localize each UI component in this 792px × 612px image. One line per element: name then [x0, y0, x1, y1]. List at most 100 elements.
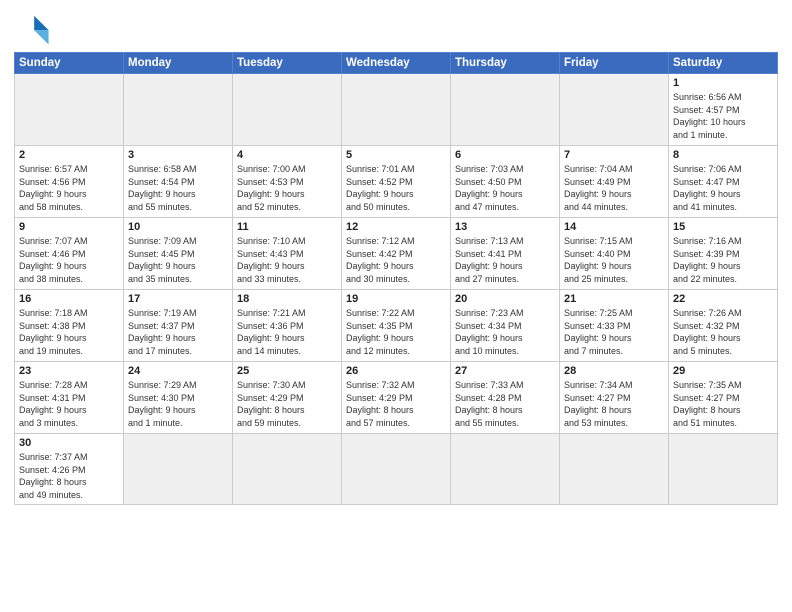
- calendar-cell: [233, 434, 342, 505]
- day-info: Sunrise: 7:34 AM Sunset: 4:27 PM Dayligh…: [564, 379, 664, 429]
- day-number: 22: [673, 293, 773, 305]
- calendar-cell: 19 Sunrise: 7:22 AM Sunset: 4:35 PM Dayli…: [342, 290, 451, 362]
- calendar-cell: 8 Sunrise: 7:06 AM Sunset: 4:47 PM Daylig…: [669, 146, 778, 218]
- day-header-sunday: Sunday: [15, 53, 124, 74]
- calendar-cell: 28 Sunrise: 7:34 AM Sunset: 4:27 PM Dayli…: [560, 362, 669, 434]
- day-number: 30: [19, 437, 119, 449]
- day-info: Sunrise: 7:33 AM Sunset: 4:28 PM Dayligh…: [455, 379, 555, 429]
- calendar-cell: 20 Sunrise: 7:23 AM Sunset: 4:34 PM Dayli…: [451, 290, 560, 362]
- calendar-cell: 1Sunrise: 6:56 AM Sunset: 4:57 PM Daylig…: [669, 74, 778, 146]
- calendar-table: SundayMondayTuesdayWednesdayThursdayFrid…: [14, 52, 778, 505]
- day-info: Sunrise: 7:00 AM Sunset: 4:53 PM Dayligh…: [237, 163, 337, 213]
- calendar-cell: 9Sunrise: 7:07 AM Sunset: 4:46 PM Daylig…: [15, 218, 124, 290]
- calendar-cell: [451, 434, 560, 505]
- day-info: Sunrise: 7:01 AM Sunset: 4:52 PM Dayligh…: [346, 163, 446, 213]
- day-info: Sunrise: 7:10 AM Sunset: 4:43 PM Dayligh…: [237, 235, 337, 285]
- day-number: 26: [346, 365, 446, 377]
- day-info: Sunrise: 6:57 AM Sunset: 4:56 PM Dayligh…: [19, 163, 119, 213]
- day-number: 17: [128, 293, 228, 305]
- calendar-cell: 17 Sunrise: 7:19 AM Sunset: 4:37 PM Dayli…: [124, 290, 233, 362]
- calendar-cell: 3 Sunrise: 6:58 AM Sunset: 4:54 PM Daylig…: [124, 146, 233, 218]
- calendar-cell: 11 Sunrise: 7:10 AM Sunset: 4:43 PM Dayli…: [233, 218, 342, 290]
- day-info: Sunrise: 7:16 AM Sunset: 4:39 PM Dayligh…: [673, 235, 773, 285]
- day-number: 5: [346, 149, 446, 161]
- calendar-cell: 5 Sunrise: 7:01 AM Sunset: 4:52 PM Daylig…: [342, 146, 451, 218]
- day-info: Sunrise: 7:23 AM Sunset: 4:34 PM Dayligh…: [455, 307, 555, 357]
- calendar-cell: [124, 434, 233, 505]
- calendar-week-row: 23 Sunrise: 7:28 AM Sunset: 4:31 PM Dayli…: [15, 362, 778, 434]
- day-info: Sunrise: 6:58 AM Sunset: 4:54 PM Dayligh…: [128, 163, 228, 213]
- calendar-cell: [560, 434, 669, 505]
- calendar-cell: [451, 74, 560, 146]
- day-number: 10: [128, 221, 228, 233]
- day-number: 25: [237, 365, 337, 377]
- day-info: Sunrise: 7:29 AM Sunset: 4:30 PM Dayligh…: [128, 379, 228, 429]
- calendar-cell: 6Sunrise: 7:03 AM Sunset: 4:50 PM Daylig…: [451, 146, 560, 218]
- calendar-cell: 29Sunrise: 7:35 AM Sunset: 4:27 PM Dayli…: [669, 362, 778, 434]
- day-info: Sunrise: 7:25 AM Sunset: 4:33 PM Dayligh…: [564, 307, 664, 357]
- day-info: Sunrise: 7:12 AM Sunset: 4:42 PM Dayligh…: [346, 235, 446, 285]
- day-number: 27: [455, 365, 555, 377]
- calendar-cell: 7Sunrise: 7:04 AM Sunset: 4:49 PM Daylig…: [560, 146, 669, 218]
- day-info: Sunrise: 7:15 AM Sunset: 4:40 PM Dayligh…: [564, 235, 664, 285]
- day-number: 15: [673, 221, 773, 233]
- day-number: 24: [128, 365, 228, 377]
- calendar-cell: 22Sunrise: 7:26 AM Sunset: 4:32 PM Dayli…: [669, 290, 778, 362]
- day-header-friday: Friday: [560, 53, 669, 74]
- logo: [14, 10, 54, 46]
- day-number: 14: [564, 221, 664, 233]
- calendar-cell: 16Sunrise: 7:18 AM Sunset: 4:38 PM Dayli…: [15, 290, 124, 362]
- calendar-cell: 12 Sunrise: 7:12 AM Sunset: 4:42 PM Dayli…: [342, 218, 451, 290]
- day-info: Sunrise: 7:13 AM Sunset: 4:41 PM Dayligh…: [455, 235, 555, 285]
- day-number: 16: [19, 293, 119, 305]
- day-header-thursday: Thursday: [451, 53, 560, 74]
- calendar-header-row: SundayMondayTuesdayWednesdayThursdayFrid…: [15, 53, 778, 74]
- day-info: Sunrise: 7:22 AM Sunset: 4:35 PM Dayligh…: [346, 307, 446, 357]
- generalblue-logo-icon: [14, 10, 50, 46]
- calendar-week-row: 16Sunrise: 7:18 AM Sunset: 4:38 PM Dayli…: [15, 290, 778, 362]
- day-number: 4: [237, 149, 337, 161]
- calendar-cell: [342, 434, 451, 505]
- day-info: Sunrise: 7:07 AM Sunset: 4:46 PM Dayligh…: [19, 235, 119, 285]
- day-number: 28: [564, 365, 664, 377]
- day-info: Sunrise: 7:19 AM Sunset: 4:37 PM Dayligh…: [128, 307, 228, 357]
- calendar-week-row: 1Sunrise: 6:56 AM Sunset: 4:57 PM Daylig…: [15, 74, 778, 146]
- calendar-cell: 2Sunrise: 6:57 AM Sunset: 4:56 PM Daylig…: [15, 146, 124, 218]
- day-info: Sunrise: 7:06 AM Sunset: 4:47 PM Dayligh…: [673, 163, 773, 213]
- calendar-cell: 14 Sunrise: 7:15 AM Sunset: 4:40 PM Dayli…: [560, 218, 669, 290]
- day-number: 29: [673, 365, 773, 377]
- day-info: Sunrise: 7:03 AM Sunset: 4:50 PM Dayligh…: [455, 163, 555, 213]
- day-info: Sunrise: 7:37 AM Sunset: 4:26 PM Dayligh…: [19, 451, 119, 501]
- header: [14, 10, 778, 46]
- day-number: 12: [346, 221, 446, 233]
- calendar-cell: [124, 74, 233, 146]
- day-info: Sunrise: 7:21 AM Sunset: 4:36 PM Dayligh…: [237, 307, 337, 357]
- day-info: Sunrise: 7:28 AM Sunset: 4:31 PM Dayligh…: [19, 379, 119, 429]
- calendar-cell: 4 Sunrise: 7:00 AM Sunset: 4:53 PM Daylig…: [233, 146, 342, 218]
- day-number: 23: [19, 365, 119, 377]
- calendar-cell: 18 Sunrise: 7:21 AM Sunset: 4:36 PM Dayli…: [233, 290, 342, 362]
- calendar-cell: 30 Sunrise: 7:37 AM Sunset: 4:26 PM Dayli…: [15, 434, 124, 505]
- calendar-cell: 26Sunrise: 7:32 AM Sunset: 4:29 PM Dayli…: [342, 362, 451, 434]
- calendar-cell: [669, 434, 778, 505]
- day-number: 3: [128, 149, 228, 161]
- calendar-cell: 21Sunrise: 7:25 AM Sunset: 4:33 PM Dayli…: [560, 290, 669, 362]
- page: SundayMondayTuesdayWednesdayThursdayFrid…: [0, 0, 792, 612]
- day-number: 18: [237, 293, 337, 305]
- day-header-tuesday: Tuesday: [233, 53, 342, 74]
- calendar-week-row: 9Sunrise: 7:07 AM Sunset: 4:46 PM Daylig…: [15, 218, 778, 290]
- calendar-cell: 23 Sunrise: 7:28 AM Sunset: 4:31 PM Dayli…: [15, 362, 124, 434]
- day-number: 20: [455, 293, 555, 305]
- day-number: 8: [673, 149, 773, 161]
- calendar-week-row: 30 Sunrise: 7:37 AM Sunset: 4:26 PM Dayli…: [15, 434, 778, 505]
- day-number: 11: [237, 221, 337, 233]
- day-info: Sunrise: 7:09 AM Sunset: 4:45 PM Dayligh…: [128, 235, 228, 285]
- calendar-cell: 10 Sunrise: 7:09 AM Sunset: 4:45 PM Dayli…: [124, 218, 233, 290]
- day-info: Sunrise: 6:56 AM Sunset: 4:57 PM Dayligh…: [673, 91, 773, 141]
- day-header-saturday: Saturday: [669, 53, 778, 74]
- calendar-cell: 13Sunrise: 7:13 AM Sunset: 4:41 PM Dayli…: [451, 218, 560, 290]
- day-number: 19: [346, 293, 446, 305]
- calendar-cell: 27 Sunrise: 7:33 AM Sunset: 4:28 PM Dayli…: [451, 362, 560, 434]
- day-header-monday: Monday: [124, 53, 233, 74]
- calendar-cell: [342, 74, 451, 146]
